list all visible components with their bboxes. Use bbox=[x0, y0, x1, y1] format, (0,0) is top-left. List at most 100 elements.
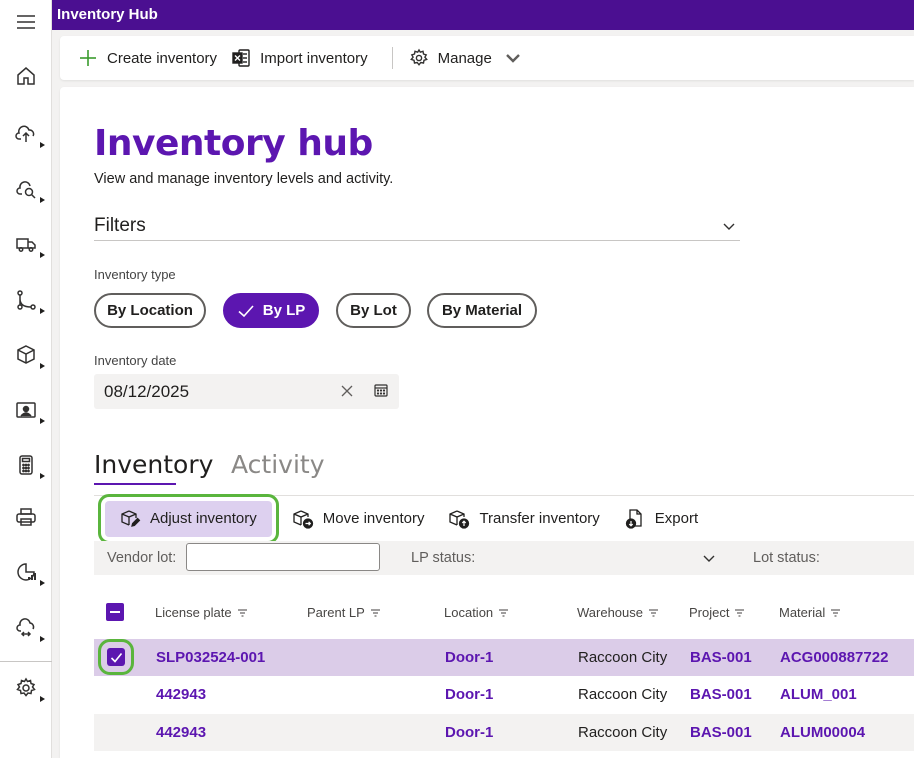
app-title: Inventory Hub bbox=[57, 6, 158, 23]
table-row[interactable]: 442943 Door-1 Raccoon City BAS-001 ALUM_… bbox=[94, 676, 914, 713]
warehouse-cell: Raccoon City bbox=[578, 686, 668, 703]
pill-label: By Lot bbox=[350, 302, 397, 319]
location-link[interactable]: Door-1 bbox=[445, 686, 493, 703]
material-link[interactable]: ACG000887722 bbox=[780, 649, 888, 666]
page-title: Inventory hub bbox=[94, 123, 373, 164]
expand-caret-icon bbox=[40, 363, 45, 369]
column-header-label: Warehouse bbox=[577, 605, 643, 620]
inventory-date-field[interactable]: 08/12/2025 bbox=[94, 374, 399, 409]
expand-caret-icon bbox=[40, 473, 45, 479]
tab-inventory[interactable]: Inventory bbox=[94, 450, 213, 479]
inventory-type-label: Inventory type bbox=[94, 267, 176, 282]
license-plate-link[interactable]: SLP032524-001 bbox=[156, 649, 265, 666]
expand-caret-icon bbox=[40, 308, 45, 314]
vendor-lot-label: Vendor lot: bbox=[107, 550, 177, 566]
truck-icon[interactable] bbox=[0, 222, 52, 266]
pill-by-location[interactable]: By Location bbox=[94, 293, 206, 328]
adjust-inventory-label: Adjust inventory bbox=[150, 510, 257, 527]
calculator-icon[interactable] bbox=[0, 443, 52, 487]
cloud-search-icon[interactable] bbox=[0, 167, 52, 211]
import-inventory-button[interactable]: Import inventory bbox=[229, 36, 380, 80]
upload-icon[interactable] bbox=[0, 112, 52, 156]
expand-caret-icon bbox=[40, 252, 45, 258]
manage-menu-button[interactable]: Manage bbox=[407, 36, 535, 80]
column-header-warehouse[interactable]: Warehouse bbox=[577, 605, 659, 620]
cloud-sync-icon[interactable] bbox=[0, 606, 52, 650]
page-subtitle: View and manage inventory levels and act… bbox=[94, 171, 394, 187]
filter-icon bbox=[831, 608, 841, 617]
calendar-icon[interactable] bbox=[373, 382, 389, 398]
lp-status-label: LP status: bbox=[411, 550, 476, 566]
adjust-inventory-button[interactable]: Adjust inventory bbox=[98, 493, 279, 544]
table-row[interactable]: SLP032524-001 Door-1 Raccoon City BAS-00… bbox=[94, 639, 914, 676]
app-title-bar: Inventory Hub bbox=[52, 0, 914, 30]
column-header-label: Location bbox=[444, 605, 494, 620]
expand-caret-icon bbox=[40, 418, 45, 424]
workflow-icon[interactable] bbox=[0, 278, 52, 322]
material-link[interactable]: ALUM00004 bbox=[780, 724, 865, 741]
hamburger-menu-icon[interactable] bbox=[0, 0, 52, 44]
vendor-lot-input[interactable] bbox=[186, 543, 380, 571]
transfer-inventory-label: Transfer inventory bbox=[479, 510, 600, 527]
license-plate-link[interactable]: 442943 bbox=[156, 724, 206, 741]
create-inventory-button[interactable]: Create inventory bbox=[76, 36, 229, 80]
project-link[interactable]: BAS-001 bbox=[690, 724, 752, 741]
clear-icon[interactable] bbox=[340, 384, 354, 398]
select-all-checkbox[interactable] bbox=[106, 603, 124, 621]
left-nav-rail bbox=[0, 0, 52, 758]
export-icon bbox=[625, 508, 642, 529]
home-icon[interactable] bbox=[0, 54, 52, 98]
warehouse-cell: Raccoon City bbox=[578, 649, 668, 666]
column-header-material[interactable]: Material bbox=[779, 605, 841, 620]
inventory-date-label: Inventory date bbox=[94, 353, 177, 368]
pill-label: By LP bbox=[262, 302, 306, 319]
tab-activity[interactable]: Activity bbox=[231, 450, 325, 479]
pill-by-lp[interactable]: By LP bbox=[223, 293, 319, 328]
checkmark-icon bbox=[238, 304, 254, 317]
main-content-card: Inventory hub View and manage inventory … bbox=[60, 87, 914, 758]
export-label: Export bbox=[654, 510, 699, 527]
filter-icon bbox=[735, 608, 745, 617]
plus-icon bbox=[80, 50, 96, 66]
transfer-inventory-button[interactable]: Transfer inventory bbox=[436, 501, 611, 537]
contact-card-icon[interactable] bbox=[0, 388, 52, 432]
column-header-license-plate[interactable]: License plate bbox=[155, 605, 248, 620]
analytics-icon[interactable] bbox=[0, 550, 52, 594]
column-header-label: Material bbox=[779, 605, 826, 620]
rail-divider bbox=[0, 661, 52, 662]
project-link[interactable]: BAS-001 bbox=[690, 649, 752, 666]
export-button[interactable]: Export bbox=[612, 501, 710, 537]
import-inventory-label: Import inventory bbox=[260, 49, 368, 67]
box-icon[interactable] bbox=[0, 333, 52, 377]
filters-expander[interactable]: Filters bbox=[94, 213, 740, 241]
inventory-date-value: 08/12/2025 bbox=[104, 382, 190, 401]
manage-label: Manage bbox=[437, 49, 492, 67]
pill-label: By Location bbox=[107, 302, 193, 319]
lot-status-label: Lot status: bbox=[753, 550, 820, 566]
row-checkbox[interactable] bbox=[98, 639, 134, 675]
expand-caret-icon bbox=[40, 696, 45, 702]
inventory-action-bar: Adjust inventory Move inventory Transfer… bbox=[94, 493, 914, 544]
license-plate-link[interactable]: 442943 bbox=[156, 686, 206, 703]
location-link[interactable]: Door-1 bbox=[445, 649, 493, 666]
location-link[interactable]: Door-1 bbox=[445, 724, 493, 741]
table-row[interactable]: 442943 Door-1 Raccoon City BAS-001 ALUM0… bbox=[94, 714, 914, 751]
filter-icon bbox=[499, 608, 509, 617]
pill-by-material[interactable]: By Material bbox=[427, 293, 537, 328]
expand-caret-icon bbox=[40, 636, 45, 642]
filter-icon bbox=[237, 608, 247, 617]
project-link[interactable]: BAS-001 bbox=[690, 686, 752, 703]
excel-import-icon bbox=[232, 49, 250, 67]
printer-icon[interactable] bbox=[0, 495, 52, 539]
settings-icon[interactable] bbox=[0, 666, 52, 710]
move-inventory-button[interactable]: Move inventory bbox=[280, 501, 437, 537]
material-link[interactable]: ALUM_001 bbox=[780, 686, 857, 703]
column-header-location[interactable]: Location bbox=[444, 605, 509, 620]
column-header-project[interactable]: Project bbox=[689, 605, 745, 620]
tab-active-indicator bbox=[94, 483, 176, 485]
column-header-parent-lp[interactable]: Parent LP bbox=[307, 605, 381, 620]
pill-by-lot[interactable]: By Lot bbox=[336, 293, 411, 328]
lp-status-chevron-down-icon[interactable] bbox=[702, 551, 716, 565]
chevron-down-icon bbox=[505, 54, 520, 63]
column-header-label: Parent LP bbox=[307, 605, 365, 620]
